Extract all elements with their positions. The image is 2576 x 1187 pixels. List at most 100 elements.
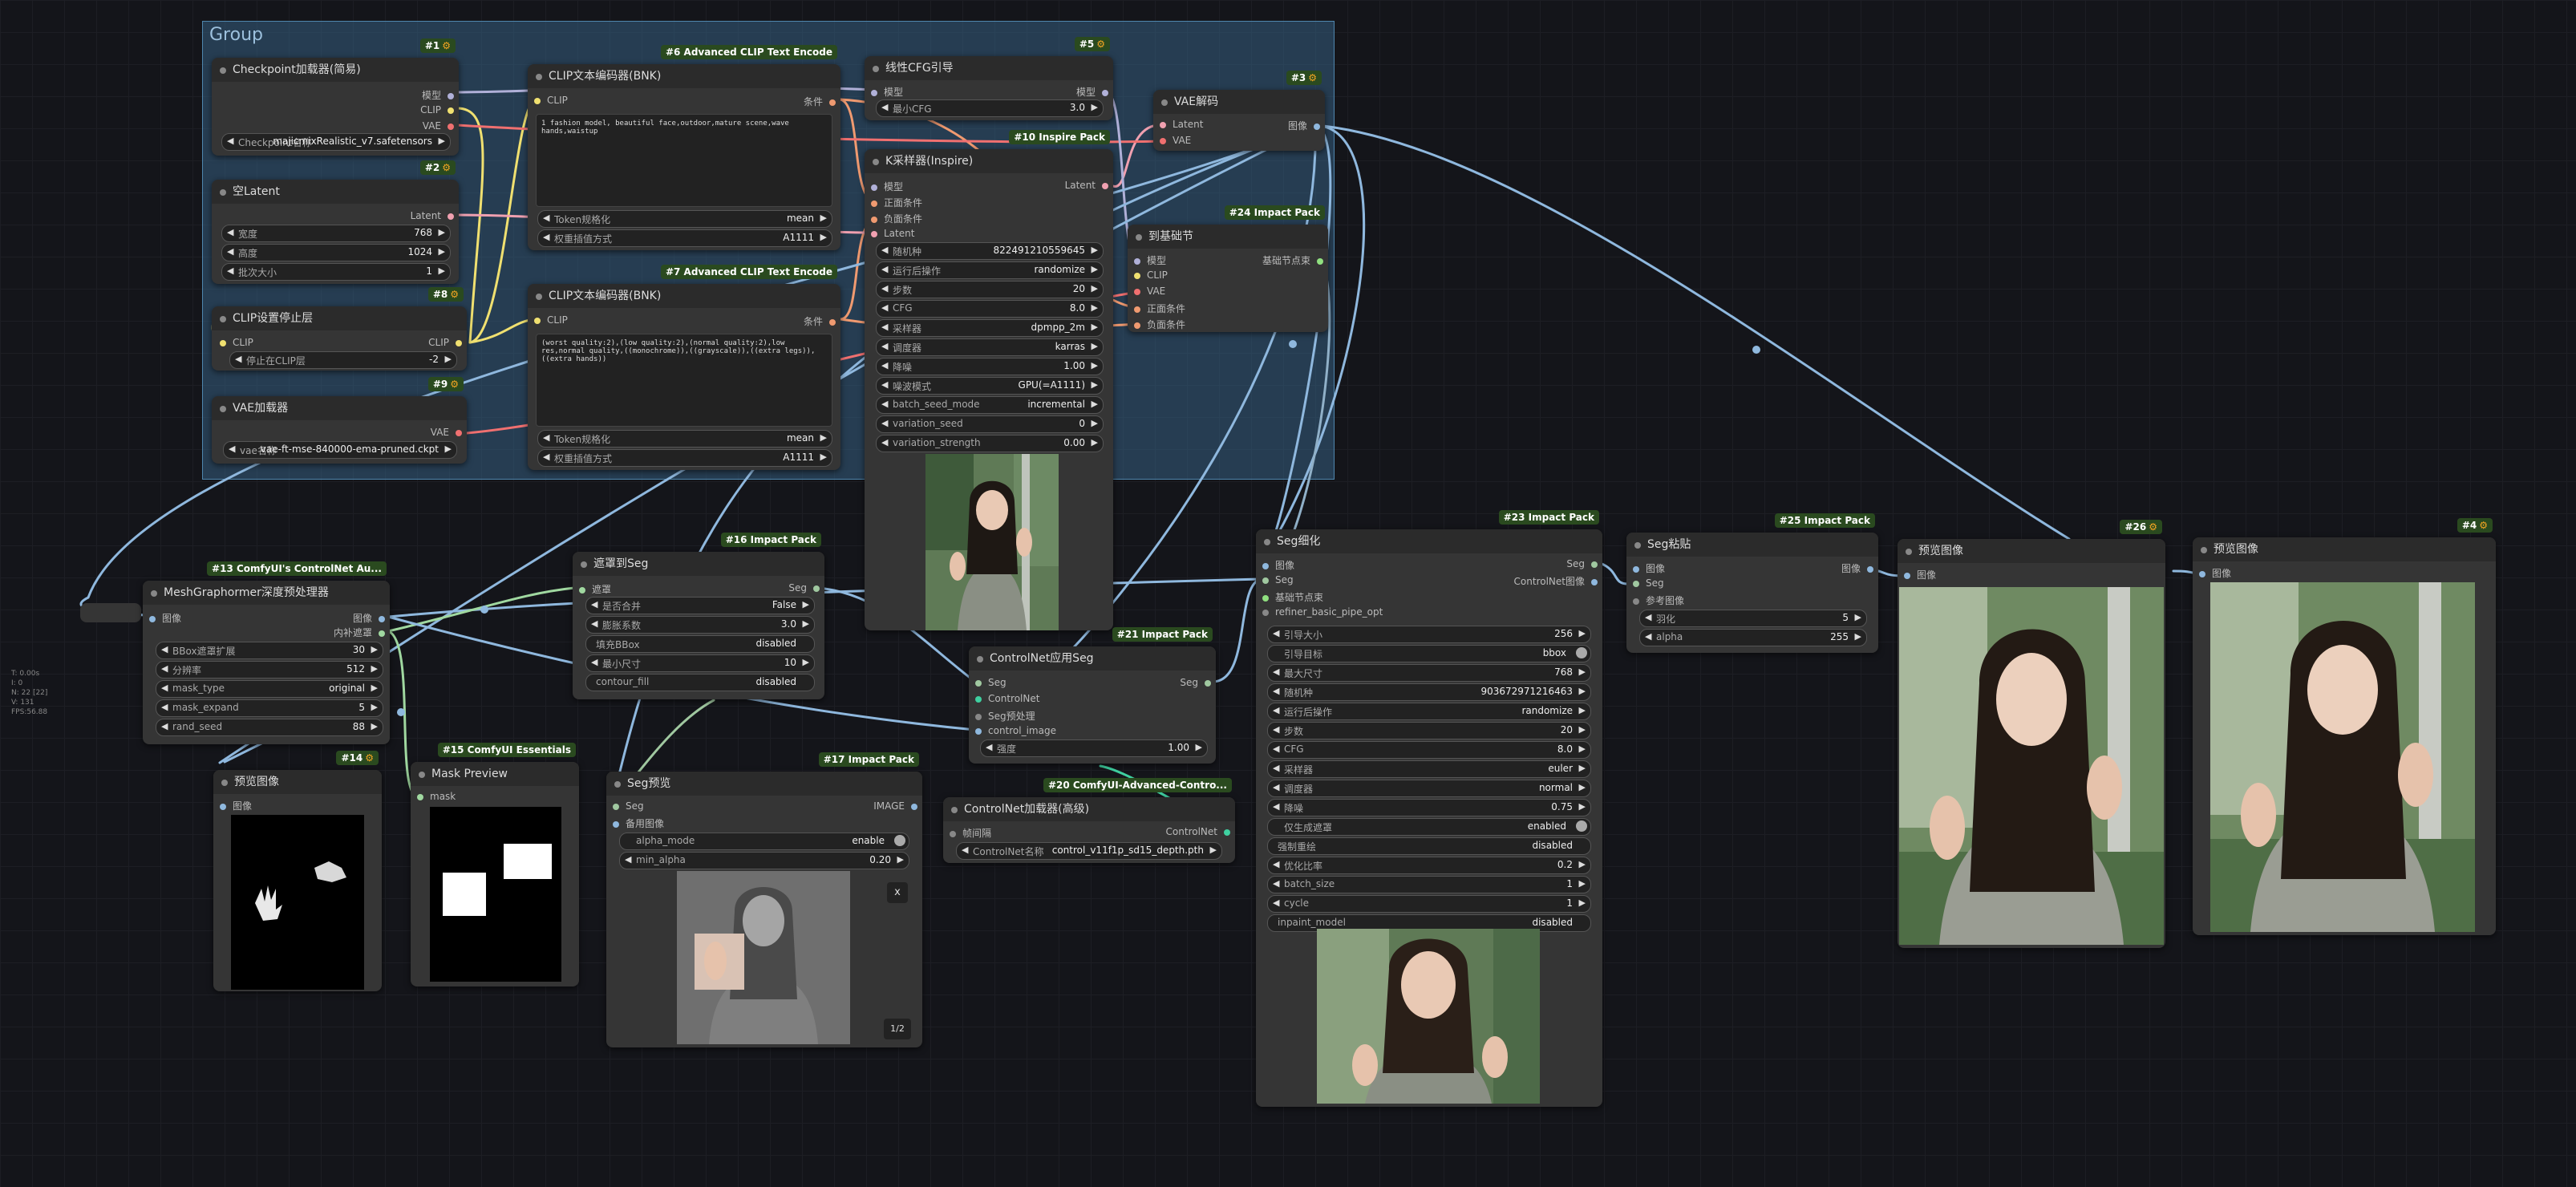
input-latent[interactable]: Latent bbox=[1160, 119, 1203, 130]
decrement-arrow-icon[interactable]: ◀ bbox=[1273, 782, 1279, 792]
stop-at-layer-widget[interactable]: ◀ 停止在CLIP层 -2 ▶ bbox=[229, 351, 457, 369]
bbox-expand-widget[interactable]: ◀ BBox遮罩扩展 30 ▶ bbox=[156, 642, 383, 659]
increment-arrow-icon[interactable]: ▶ bbox=[1579, 686, 1586, 696]
input-ref-image[interactable]: 参考图像 bbox=[1633, 594, 1684, 607]
detailer-widget[interactable]: ◀ 运行后操作 randomize ▶ bbox=[1267, 703, 1591, 720]
preview-pager[interactable]: 1/2 bbox=[884, 1019, 911, 1039]
decrement-arrow-icon[interactable]: ◀ bbox=[1273, 878, 1279, 889]
mask-type-widget[interactable]: ◀ mask_type original ▶ bbox=[156, 680, 383, 698]
output-vae[interactable]: VAE bbox=[431, 427, 462, 438]
increment-arrow-icon[interactable]: ▶ bbox=[1579, 724, 1586, 735]
noise-mode-widget[interactable]: ◀ 噪波模式 GPU(=A1111) ▶ bbox=[876, 377, 1104, 395]
output-seg[interactable]: Seg bbox=[1566, 558, 1598, 569]
bbox-fill-widget[interactable]: 填充BBox disabled bbox=[585, 635, 815, 653]
weight-interpretation-combo[interactable]: ◀ 权重插值方式 A1111 ▶ bbox=[537, 229, 832, 247]
decrement-arrow-icon[interactable]: ◀ bbox=[1273, 763, 1279, 773]
node-mask-to-seg[interactable]: #16 Impact Pack 遮罩到Seg 遮罩 Seg ◀ 是否合并 False… bbox=[573, 533, 824, 699]
node-title[interactable]: ControlNet应用Seg bbox=[969, 646, 1216, 670]
node-meshgraphormer[interactable]: #13 ComfyUI's ControlNet Au... MeshGraph… bbox=[143, 561, 390, 744]
input-mask[interactable]: 遮罩 bbox=[579, 582, 611, 596]
detailer-widget[interactable]: ◀ CFG 8.0 ▶ bbox=[1267, 741, 1591, 759]
min-cfg-widget[interactable]: ◀ 最小CFG 3.0 ▶ bbox=[876, 99, 1104, 117]
detailer-widget[interactable]: ◀ 调度器 normal ▶ bbox=[1267, 780, 1591, 797]
input-seg[interactable]: Seg bbox=[1262, 574, 1294, 585]
control-after-generate-widget[interactable]: ◀ 运行后操作 randomize ▶ bbox=[876, 261, 1104, 279]
node-title[interactable]: 预览图像 bbox=[1898, 539, 2165, 563]
node-title[interactable]: Seg预览 bbox=[606, 772, 922, 796]
node-seg-detailer[interactable]: #23 Impact Pack Seg细化 图像 Seg 基础节点束 refin… bbox=[1256, 510, 1602, 1107]
width-widget[interactable]: ◀ 宽度 768 ▶ bbox=[221, 225, 451, 242]
output-controlnet-image[interactable]: ControlNet图像 bbox=[1514, 574, 1598, 588]
decrement-arrow-icon[interactable]: ◀ bbox=[1273, 801, 1279, 812]
rand-seed-widget[interactable]: ◀ rand_seed 88 ▶ bbox=[156, 719, 383, 736]
input-negative[interactable]: 负面条件 bbox=[871, 212, 922, 225]
input-refiner-pipe[interactable]: refiner_basic_pipe_opt bbox=[1262, 606, 1383, 618]
increment-arrow-icon[interactable]: ▶ bbox=[1579, 782, 1586, 792]
node-mask-preview[interactable]: #15 ComfyUI Essentials Mask Preview mask bbox=[411, 743, 579, 986]
input-mask[interactable]: mask bbox=[417, 791, 456, 802]
input-seg[interactable]: Seg bbox=[1633, 577, 1664, 589]
output-basic-pipe[interactable]: 基础节点束 bbox=[1262, 253, 1323, 267]
denoise-widget[interactable]: ◀ 降噪 1.00 ▶ bbox=[876, 358, 1104, 375]
node-title[interactable]: Checkpoint加载器(简易) bbox=[212, 58, 459, 82]
node-title[interactable]: 遮罩到Seg bbox=[573, 552, 824, 576]
variation-strength-widget[interactable]: ◀ variation_strength 0.00 ▶ bbox=[876, 435, 1104, 452]
min-alpha-widget[interactable]: ◀ min_alpha 0.20 ▶ bbox=[619, 852, 909, 869]
output-image[interactable]: 图像 bbox=[1841, 561, 1873, 575]
node-title[interactable]: K采样器(Inspire) bbox=[865, 149, 1113, 173]
node-controlnet-loader[interactable]: #20 ComfyUI-Advanced-Contro... ControlNe… bbox=[943, 778, 1235, 863]
input-vae[interactable]: VAE bbox=[1134, 286, 1165, 297]
detailer-widget[interactable]: 引导目标 bbox bbox=[1267, 645, 1591, 662]
node-title[interactable]: Seg粘贴 bbox=[1626, 533, 1878, 557]
mask-expand-widget[interactable]: ◀ mask_expand 5 ▶ bbox=[156, 699, 383, 717]
node-title[interactable]: ControlNet加载器(高级) bbox=[943, 797, 1235, 821]
input-positive[interactable]: 正面条件 bbox=[871, 196, 922, 209]
input-image[interactable]: 图像 bbox=[2199, 566, 2231, 580]
input-image[interactable]: 图像 bbox=[1904, 568, 1936, 581]
output-clip[interactable]: CLIP bbox=[420, 104, 454, 115]
output-image[interactable]: IMAGE bbox=[873, 800, 917, 812]
detailer-widget[interactable]: ◀ 最大尺寸 768 ▶ bbox=[1267, 664, 1591, 682]
node-title[interactable]: VAE解码 bbox=[1153, 90, 1325, 114]
detailer-widget[interactable]: ◀ batch_size 1 ▶ bbox=[1267, 876, 1591, 893]
input-image[interactable]: 图像 bbox=[1633, 561, 1665, 575]
reroute-node[interactable] bbox=[80, 603, 141, 622]
input-positive[interactable]: 正面条件 bbox=[1134, 302, 1185, 315]
detailer-widget[interactable]: ◀ 随机种 903672971216463 ▶ bbox=[1267, 683, 1591, 701]
detailer-widget[interactable]: ◀ 步数 20 ▶ bbox=[1267, 722, 1591, 739]
input-image[interactable]: 图像 bbox=[220, 799, 252, 812]
decrement-arrow-icon[interactable]: ◀ bbox=[1273, 705, 1279, 715]
node-to-basic-pipe[interactable]: #24 Impact Pack 到基础节 模型 CLIP VAE 正面条件 负面… bbox=[1128, 205, 1328, 332]
sampler-widget[interactable]: ◀ 采样器 dpmpp_2m ▶ bbox=[876, 319, 1104, 337]
node-linear-cfg-guidance[interactable]: #5 ⚙ 线性CFG引导 模型 模型 ◀ 最小CFG 3.0 ▶ bbox=[865, 37, 1113, 120]
resolution-widget[interactable]: ◀ 分辨率 512 ▶ bbox=[156, 661, 383, 679]
output-inpaint-mask[interactable]: 内补遮罩 bbox=[334, 626, 385, 639]
node-empty-latent[interactable]: #2 ⚙ 空Latent Latent ◀ 宽度 768 ▶ ◀ 高度 1024 ▶ ◀ 批次大… bbox=[212, 160, 459, 284]
output-conditioning[interactable]: 条件 bbox=[804, 314, 836, 328]
increment-arrow-icon[interactable]: ▶ bbox=[1579, 763, 1586, 773]
increment-arrow-icon[interactable]: ▶ bbox=[1579, 666, 1586, 677]
input-clip[interactable]: CLIP bbox=[534, 314, 568, 326]
input-fallback-image[interactable]: 备用图像 bbox=[613, 816, 664, 830]
token-normalization-combo[interactable]: ◀ Token规格化 mean ▶ bbox=[537, 210, 832, 228]
input-vae[interactable]: VAE bbox=[1160, 135, 1191, 146]
input-model[interactable]: 模型 bbox=[871, 180, 903, 193]
variation-seed-widget[interactable]: ◀ variation_seed 0 ▶ bbox=[876, 415, 1104, 433]
detailer-widget[interactable]: ◀ cycle 1 ▶ bbox=[1267, 895, 1591, 913]
input-control-image[interactable]: control_image bbox=[975, 725, 1056, 736]
detailer-widget[interactable]: 仅生成遮罩 enabled bbox=[1267, 818, 1591, 836]
node-title[interactable]: 到基础节 bbox=[1128, 225, 1328, 249]
toggle-knob[interactable] bbox=[1576, 647, 1587, 658]
decrement-arrow-icon[interactable]: ◀ bbox=[1273, 628, 1279, 638]
output-controlnet[interactable]: ControlNet bbox=[1166, 826, 1230, 837]
crop-factor-widget[interactable]: ◀ 膨胀系数 3.0 ▶ bbox=[585, 616, 815, 634]
node-vae-decode[interactable]: #3 ⚙ VAE解码 Latent VAE 图像 bbox=[1153, 71, 1325, 151]
node-title[interactable]: 空Latent bbox=[212, 180, 459, 204]
increment-arrow-icon[interactable]: ▶ bbox=[1579, 859, 1586, 869]
node-title[interactable]: CLIP设置停止层 bbox=[212, 306, 467, 330]
input-negative[interactable]: 负面条件 bbox=[1134, 318, 1185, 331]
close-preview-button[interactable]: x bbox=[887, 882, 908, 903]
output-image[interactable]: 图像 bbox=[353, 611, 385, 625]
node-ksampler-inspire[interactable]: #10 Inspire Pack K采样器(Inspire) 模型 正面条件 负… bbox=[865, 130, 1113, 630]
input-latent[interactable]: Latent bbox=[871, 228, 914, 239]
